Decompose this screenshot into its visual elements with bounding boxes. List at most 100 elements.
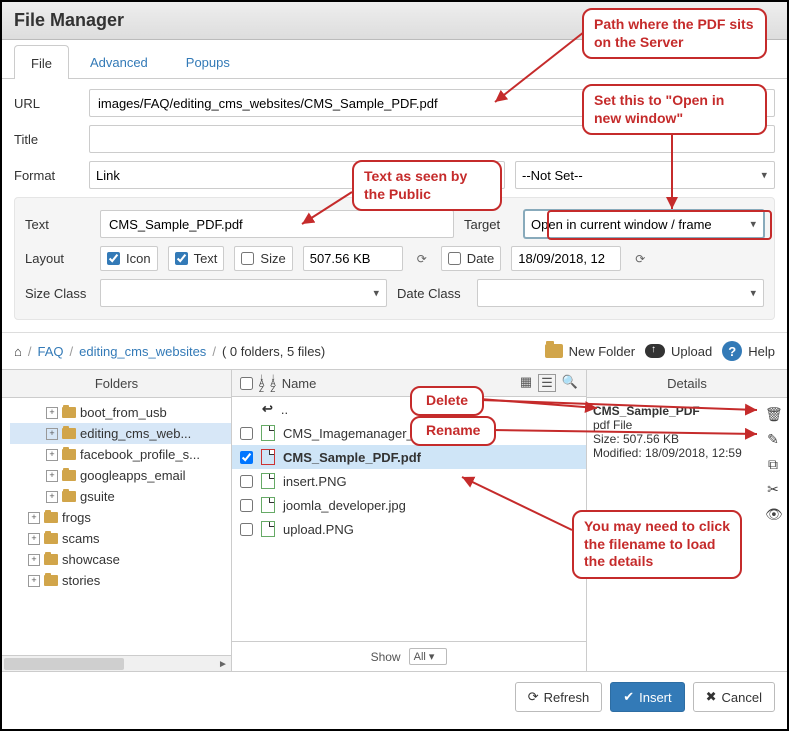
folder-label: gsuite bbox=[80, 489, 115, 504]
file-row[interactable]: CMS_Sample_PDF.pdf bbox=[232, 445, 586, 469]
upload-button[interactable]: Upload bbox=[645, 344, 712, 359]
tab-advanced[interactable]: Advanced bbox=[73, 44, 165, 78]
select-all-checkbox[interactable] bbox=[240, 377, 253, 390]
details-actions: 🗑 ✎ ⧉ ✂ 👁 bbox=[765, 404, 781, 665]
grid-view-icon[interactable]: ▦ bbox=[520, 374, 532, 392]
folder-tree-item[interactable]: +scams bbox=[10, 528, 231, 549]
folder-tree-item[interactable]: + gsuite bbox=[10, 486, 231, 507]
scroll-thumb[interactable] bbox=[4, 658, 124, 670]
tab-popups[interactable]: Popups bbox=[169, 44, 247, 78]
date-refresh-icon[interactable]: ⟳ bbox=[631, 252, 649, 266]
folder-icon bbox=[62, 449, 76, 460]
refresh-icon: ⟳ bbox=[528, 689, 539, 705]
size-value-input[interactable] bbox=[303, 246, 403, 271]
size-refresh-icon[interactable]: ⟳ bbox=[413, 252, 431, 266]
window-title: File Manager bbox=[14, 10, 775, 31]
file-row[interactable]: upload.PNG bbox=[232, 517, 586, 541]
file-checkbox[interactable] bbox=[240, 475, 253, 488]
title-input[interactable] bbox=[89, 125, 775, 153]
folder-label: facebook_profile_s... bbox=[80, 447, 200, 462]
text-checkbox[interactable] bbox=[175, 252, 188, 265]
tab-file[interactable]: File bbox=[14, 45, 69, 79]
folder-tree-item[interactable]: + facebook_profile_s... bbox=[10, 444, 231, 465]
expand-icon[interactable]: + bbox=[46, 491, 58, 503]
delete-icon[interactable]: 🗑 bbox=[765, 406, 781, 423]
file-checkbox[interactable] bbox=[240, 523, 253, 536]
folder-tree-item[interactable]: +boot_from_usb bbox=[10, 402, 231, 423]
date-checkbox-group[interactable]: Date bbox=[441, 246, 501, 271]
expand-icon[interactable]: + bbox=[46, 470, 58, 482]
text-input[interactable] bbox=[100, 210, 454, 238]
dateclass-select[interactable] bbox=[477, 279, 764, 307]
file-row[interactable]: joomla_developer.jpg bbox=[232, 493, 586, 517]
size-checkbox-group[interactable]: Size bbox=[234, 246, 292, 271]
expand-icon[interactable]: + bbox=[46, 407, 58, 419]
format-notset-select[interactable] bbox=[515, 161, 775, 189]
format-select[interactable] bbox=[89, 161, 505, 189]
file-type-icon bbox=[261, 473, 275, 489]
size-checkbox[interactable] bbox=[241, 252, 254, 265]
file-checkbox[interactable] bbox=[240, 451, 253, 464]
preview-icon[interactable]: 👁 bbox=[765, 506, 781, 523]
list-view-icon[interactable]: ☰ bbox=[538, 374, 556, 392]
file-row[interactable]: CMS_Imagemanager_step1.jpg bbox=[232, 421, 586, 445]
rename-icon[interactable]: ✎ bbox=[765, 431, 781, 448]
refresh-button[interactable]: ⟳Refresh bbox=[515, 682, 602, 712]
icon-checkbox-group[interactable]: Icon bbox=[100, 246, 158, 271]
folder-tree-item[interactable]: + showcase bbox=[10, 549, 231, 570]
folder-tree-item[interactable]: +editing_cms_web... bbox=[10, 423, 231, 444]
files-list[interactable]: ↩ .. CMS_Imagemanager_step1.jpgCMS_Sampl… bbox=[232, 397, 586, 641]
details-header: Details bbox=[587, 370, 787, 398]
parent-dir-label: .. bbox=[281, 402, 288, 417]
file-checkbox[interactable] bbox=[240, 499, 253, 512]
back-arrow-icon: ↩ bbox=[262, 401, 273, 417]
cut-icon[interactable]: ✂ bbox=[765, 481, 781, 498]
file-checkbox[interactable] bbox=[240, 427, 253, 440]
show-filter-select[interactable]: All ▾ bbox=[409, 648, 448, 665]
expand-icon[interactable]: + bbox=[28, 575, 40, 587]
sort-ext-button[interactable]: ↓AZ bbox=[259, 374, 264, 392]
folder-label: showcase bbox=[62, 552, 120, 567]
expand-icon[interactable]: + bbox=[46, 449, 58, 461]
close-icon: ✖ bbox=[706, 689, 717, 705]
details-size: Size: 507.56 KB bbox=[593, 432, 761, 446]
target-select[interactable] bbox=[524, 210, 764, 238]
copy-icon[interactable]: ⧉ bbox=[765, 456, 781, 473]
folder-tree-item[interactable]: +frogs bbox=[10, 507, 231, 528]
expand-icon[interactable]: + bbox=[28, 533, 40, 545]
folder-tree[interactable]: +boot_from_usb+editing_cms_web...+facebo… bbox=[2, 398, 231, 655]
breadcrumb-sub[interactable]: editing_cms_websites bbox=[79, 344, 206, 359]
breadcrumb-faq[interactable]: FAQ bbox=[37, 344, 63, 359]
date-checkbox[interactable] bbox=[448, 252, 461, 265]
url-input[interactable] bbox=[89, 89, 775, 117]
upload-icon bbox=[645, 344, 665, 358]
parent-dir-row[interactable]: ↩ .. bbox=[232, 397, 586, 421]
expand-icon[interactable]: + bbox=[46, 428, 58, 440]
sizeclass-select[interactable] bbox=[100, 279, 387, 307]
details-pane: Details CMS_Sample_PDF pdf File Size: 50… bbox=[587, 370, 787, 671]
text-checkbox-group[interactable]: Text bbox=[168, 246, 225, 271]
expand-icon[interactable]: + bbox=[28, 512, 40, 524]
title-label: Title bbox=[14, 132, 79, 147]
sort-name-button[interactable]: ↓AZ bbox=[270, 374, 275, 392]
expand-icon[interactable]: + bbox=[28, 554, 40, 566]
folder-tree-item[interactable]: +googleapps_email bbox=[10, 465, 231, 486]
date-value-input[interactable] bbox=[511, 246, 621, 271]
folder-icon bbox=[44, 512, 58, 523]
target-label: Target bbox=[464, 217, 514, 232]
help-button[interactable]: ?Help bbox=[722, 341, 775, 361]
folder-label: stories bbox=[62, 573, 100, 588]
home-icon[interactable]: ⌂ bbox=[14, 344, 22, 359]
scroll-right-icon[interactable]: ► bbox=[215, 656, 231, 672]
search-icon[interactable]: 🔍 bbox=[562, 374, 578, 392]
new-folder-button[interactable]: New Folder bbox=[545, 344, 635, 359]
file-name: joomla_developer.jpg bbox=[283, 498, 406, 513]
cancel-button[interactable]: ✖Cancel bbox=[693, 682, 775, 712]
show-label: Show bbox=[371, 650, 401, 664]
icon-checkbox-label: Icon bbox=[126, 251, 151, 266]
insert-button[interactable]: ✔Insert bbox=[610, 682, 684, 712]
folders-hscrollbar[interactable]: ◄ ► bbox=[2, 655, 231, 671]
icon-checkbox[interactable] bbox=[107, 252, 120, 265]
file-row[interactable]: insert.PNG bbox=[232, 469, 586, 493]
folder-tree-item[interactable]: + stories bbox=[10, 570, 231, 591]
